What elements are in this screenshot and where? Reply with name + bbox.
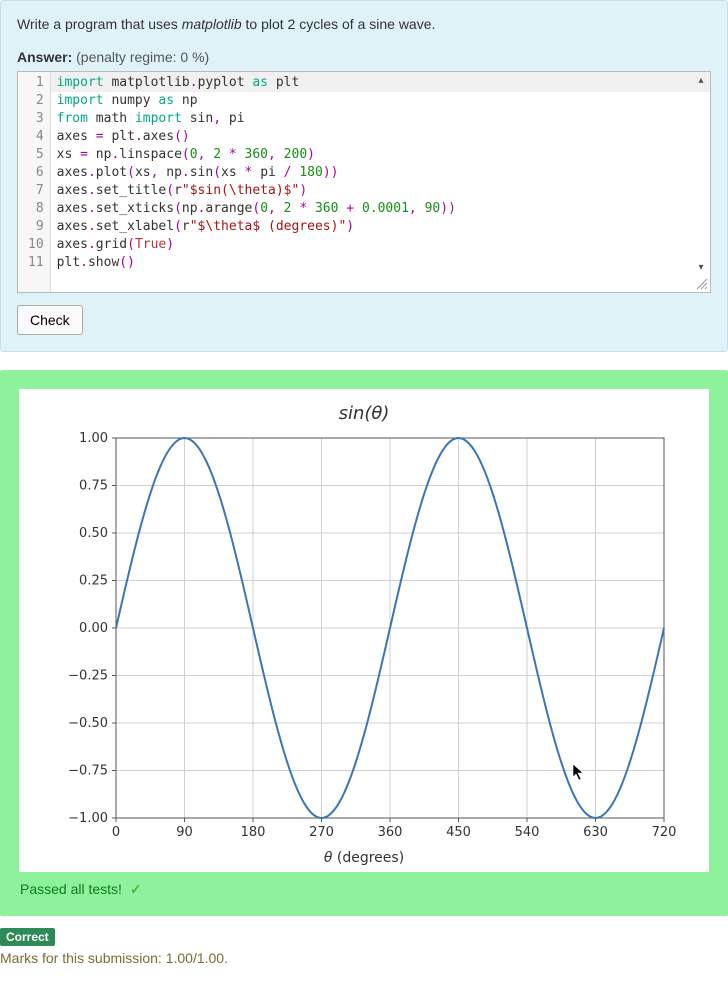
question-box: Write a program that uses matplotlib to … <box>0 0 728 352</box>
scroll-up-icon[interactable]: ▴ <box>695 75 707 87</box>
line-number: 4 <box>28 128 44 146</box>
passed-label: Passed all tests! <box>20 881 122 897</box>
code-area[interactable]: import matplotlib.pyplot as pltimport nu… <box>51 72 710 292</box>
ytick-label: 0.75 <box>79 478 108 493</box>
line-number: 8 <box>28 200 44 218</box>
code-line[interactable]: axes = plt.axes() <box>57 128 702 146</box>
line-number: 5 <box>28 146 44 164</box>
line-number: 6 <box>28 164 44 182</box>
xlabel-theta: θ <box>324 850 333 866</box>
xlabel-units: (degrees) <box>337 850 404 866</box>
code-line[interactable]: axes.grid(True) <box>57 236 702 254</box>
xtick-label: 270 <box>309 825 334 840</box>
penalty-text: (penalty regime: 0 %) <box>76 49 209 65</box>
ytick-label: −0.25 <box>68 668 108 683</box>
resize-handle-icon[interactable] <box>696 278 708 290</box>
correct-badge: Correct <box>0 928 55 946</box>
xtick-label: 630 <box>583 825 608 840</box>
ytick-label: 1.00 <box>79 431 108 446</box>
code-line[interactable]: import matplotlib.pyplot as plt <box>51 72 710 92</box>
code-line[interactable]: import numpy as np <box>57 92 702 110</box>
chart-svg: 0 90 180 270 360 450 540 630 720 −1.00 −0.75 −0.50 −… <box>44 428 684 848</box>
code-line[interactable]: from math import sin, pi <box>57 110 702 128</box>
line-number-gutter: 1234567891011 <box>18 72 51 292</box>
ytick-label: −0.50 <box>68 716 108 731</box>
code-line[interactable]: axes.plot(xs, np.sin(xs * pi / 180)) <box>57 164 702 182</box>
chart-area: 0 90 180 270 360 450 540 630 720 −1.00 −0.75 −0.50 −… <box>44 428 684 848</box>
answer-label: Answer: <box>17 49 72 65</box>
code-line[interactable]: axes.set_xticks(np.arange(0, 2 * 360 + 0… <box>57 200 702 218</box>
code-line[interactable]: axes.set_title(r"$sin(\theta)$") <box>57 182 702 200</box>
xtick-label: 0 <box>112 825 120 840</box>
xtick-label: 540 <box>515 825 540 840</box>
line-number: 2 <box>28 92 44 110</box>
code-line[interactable]: xs = np.linspace(0, 2 * 360, 200) <box>57 146 702 164</box>
plot-output: sin(θ) 0 90 180 270 360 450 540 630 720 −1.00 −0.7… <box>18 388 710 873</box>
line-number: 9 <box>28 218 44 236</box>
grading-block: Correct Marks for this submission: 1.00/… <box>0 928 728 966</box>
checkmark-icon: ✓ <box>130 881 142 897</box>
ytick-label: −0.75 <box>68 763 108 778</box>
xtick-label: 90 <box>176 825 193 840</box>
chart-xlabel: θ (degrees) <box>27 850 701 866</box>
check-button[interactable]: Check <box>17 305 83 335</box>
code-line[interactable]: axes.set_xlabel(r"$\theta$ (degrees)") <box>57 218 702 236</box>
xtick-label: 450 <box>446 825 471 840</box>
code-line[interactable]: plt.show() <box>57 254 702 272</box>
line-number: 10 <box>28 236 44 254</box>
xtick-label: 720 <box>652 825 677 840</box>
line-number: 3 <box>28 110 44 128</box>
prompt-prefix: Write a program that uses <box>17 16 182 32</box>
passed-tests-text: Passed all tests! ✓ <box>18 873 710 900</box>
ytick-label: 0.50 <box>79 526 108 541</box>
code-editor[interactable]: 1234567891011 import matplotlib.pyplot a… <box>17 71 711 293</box>
answer-label-line: Answer: (penalty regime: 0 %) <box>17 49 711 65</box>
chart-title: sin(θ) <box>27 403 701 424</box>
ytick-label: 0.00 <box>79 621 108 636</box>
ytick-label: −1.00 <box>68 811 108 826</box>
prompt-em: matplotlib <box>182 16 242 32</box>
question-prompt: Write a program that uses matplotlib to … <box>17 15 711 35</box>
ytick-label: 0.25 <box>79 573 108 588</box>
xtick-label: 360 <box>378 825 403 840</box>
xtick-label: 180 <box>241 825 266 840</box>
marks-text: Marks for this submission: 1.00/1.00. <box>0 950 728 966</box>
result-panel: sin(θ) 0 90 180 270 360 450 540 630 720 −1.00 −0.7… <box>0 370 728 916</box>
scroll-down-icon[interactable]: ▾ <box>695 262 707 274</box>
line-number: 7 <box>28 182 44 200</box>
line-number: 1 <box>28 74 44 92</box>
line-number: 11 <box>28 254 44 272</box>
prompt-suffix: to plot 2 cycles of a sine wave. <box>242 16 436 32</box>
